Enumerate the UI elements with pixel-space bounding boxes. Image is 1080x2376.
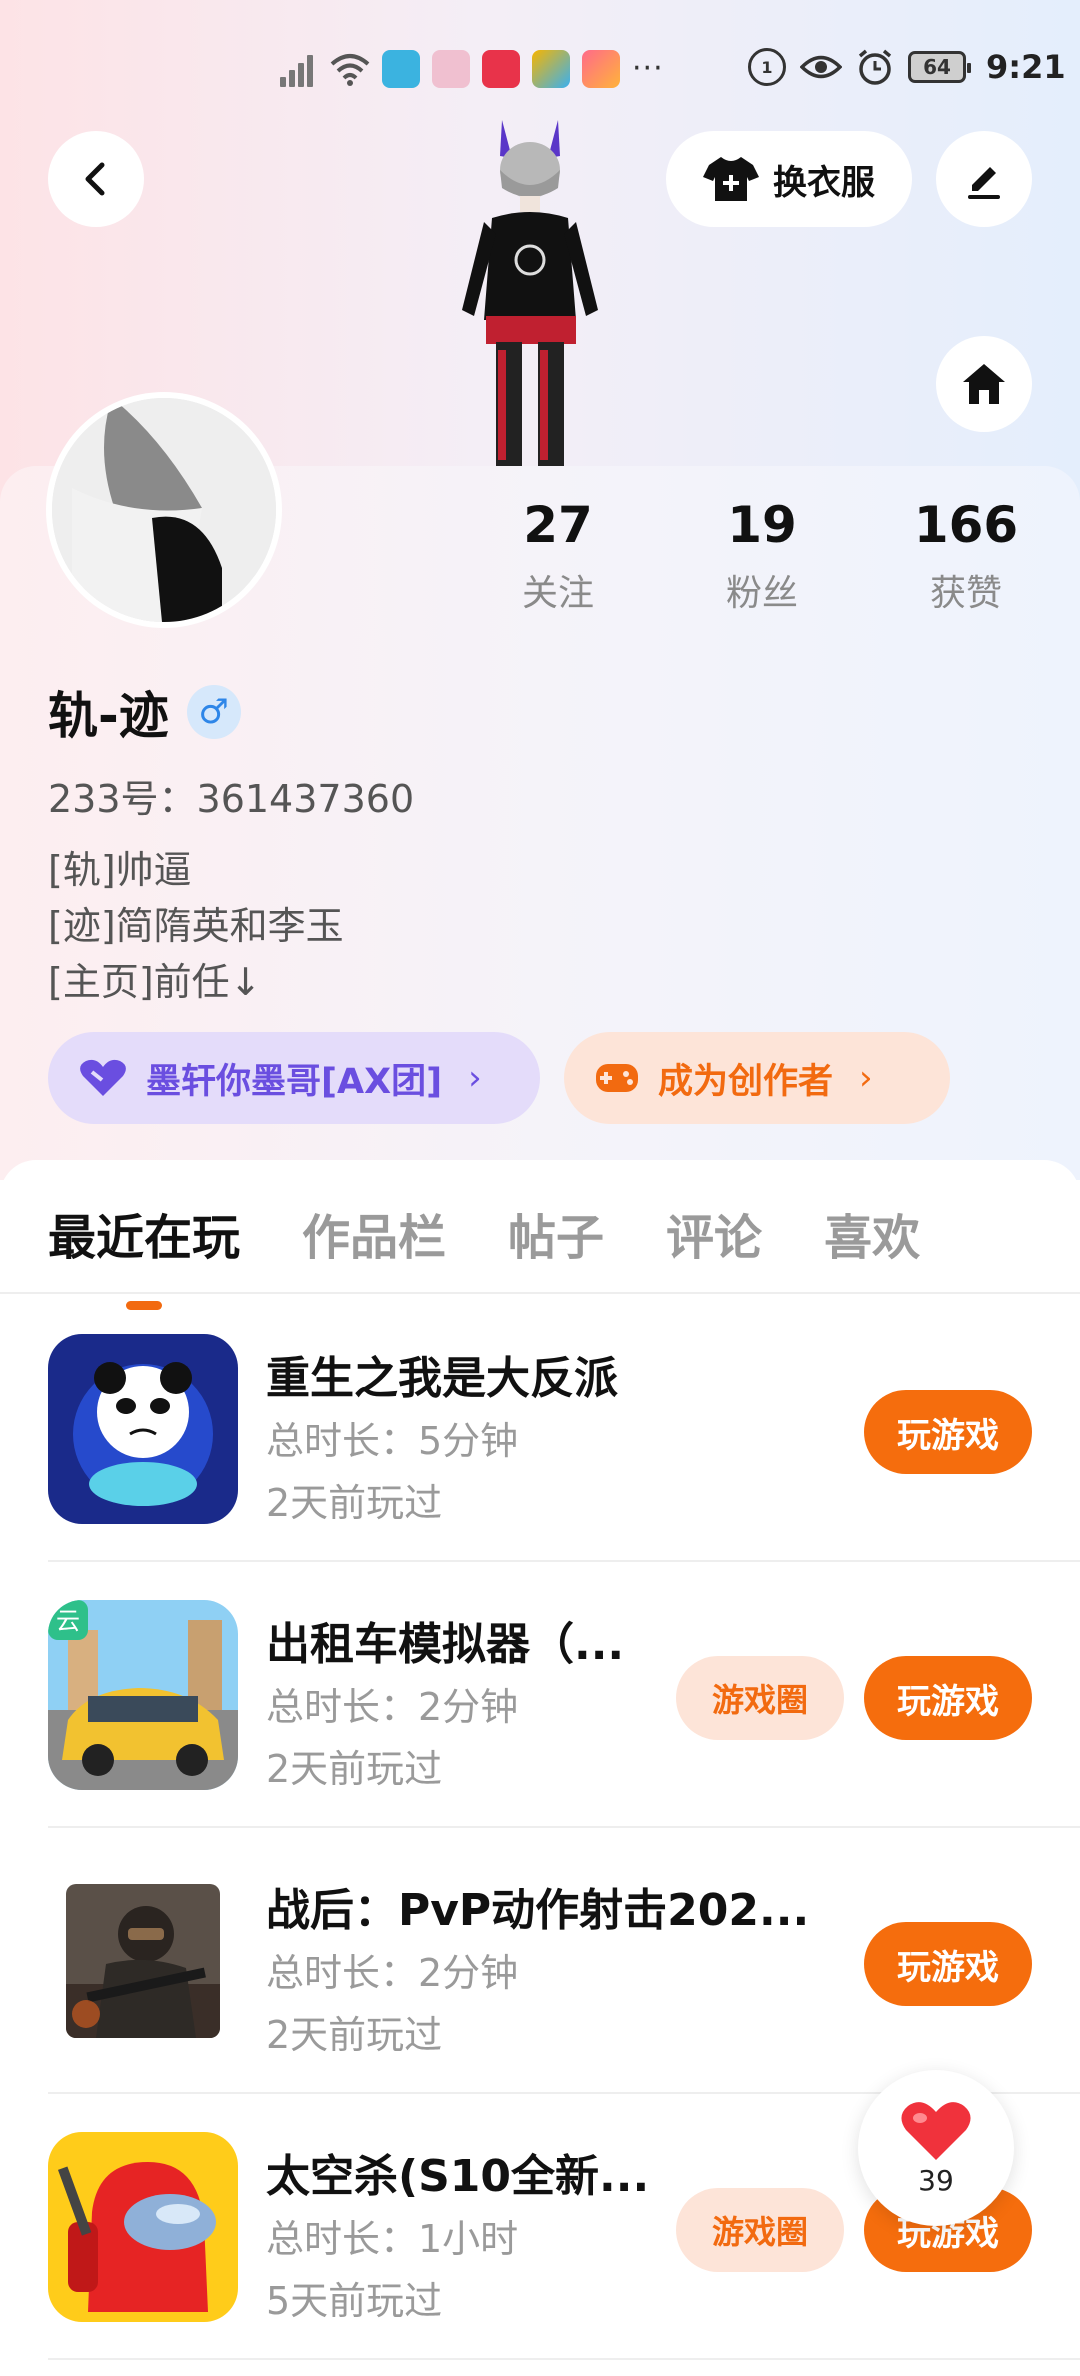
change-outfit-button[interactable]: 换衣服 [666, 131, 912, 227]
following-count: 27 [523, 496, 593, 554]
battery-level: 64 [923, 55, 951, 79]
following-label: 关注 [521, 573, 594, 614]
game-duration: 总时长：2分钟 [266, 1685, 519, 1729]
heart-icon [901, 2101, 971, 2160]
game-last-played: 5天前玩过 [266, 2279, 443, 2323]
tab-posts[interactable]: 帖子 [508, 1198, 604, 1268]
game-circle-button[interactable]: 游戏圈 [676, 2188, 844, 2272]
home-icon [963, 364, 1005, 404]
edit-profile-button[interactable] [936, 131, 1032, 227]
stat-likes[interactable]: 166 获赞 [886, 496, 1046, 616]
bio-line: [主页]前任↓ [48, 960, 262, 1004]
alarm-icon [858, 49, 892, 85]
chevron-left-icon [85, 162, 105, 196]
network-speed-icon: 1 [748, 48, 786, 86]
tab-likes[interactable]: 喜欢 [824, 1198, 920, 1268]
list-item[interactable]: 云 出租车模拟器（... 总时长：2分钟 2天前玩过 游戏圈 玩游戏 [48, 1562, 1080, 1828]
change-outfit-label: 换衣服 [773, 162, 875, 203]
tab-recently-played[interactable]: 最近在玩 [48, 1198, 240, 1310]
row-divider [48, 2358, 1080, 2360]
game-app-icon [432, 50, 470, 88]
home-button[interactable] [936, 336, 1032, 432]
fans-label: 粉丝 [725, 573, 798, 614]
cloud-badge: 云 [56, 1607, 80, 1635]
browser-app-icon [532, 50, 570, 88]
like-float-button[interactable]: 39 [858, 2070, 1014, 2226]
signal-icon [278, 51, 318, 87]
avatar[interactable] [46, 392, 282, 628]
tab-works[interactable]: 作品栏 [302, 1198, 446, 1268]
likes-label: 获赞 [929, 573, 1002, 614]
like-count: 39 [918, 2163, 954, 2197]
gamepad-icon [596, 1064, 638, 1092]
heart-team-icon [80, 1059, 126, 1096]
game-title: 战后：PvP动作射击202... [266, 1885, 810, 1936]
store-app-icon [582, 50, 620, 88]
profile-name: 轨-迹 [48, 687, 169, 745]
become-creator-button[interactable]: 成为创作者 › [564, 1032, 950, 1124]
likes-count: 166 [913, 496, 1019, 554]
profile-name-row: 轨-迹 ♂ [48, 676, 241, 748]
game-last-played: 2天前玩过 [266, 2013, 443, 2057]
book-app-icon [382, 50, 420, 88]
team-pill-button[interactable]: 墨轩你墨哥[AX团] › [48, 1032, 540, 1124]
game-icon-image [48, 1334, 238, 1524]
game-circle-button[interactable]: 游戏圈 [676, 1656, 844, 1740]
bio-line: [迹]简隋英和李玉 [48, 904, 344, 948]
team-pill-label: 墨轩你墨哥[AX团] [146, 1061, 443, 1102]
tshirt-icon [703, 157, 759, 201]
play-game-button[interactable]: 玩游戏 [864, 1656, 1032, 1740]
game-last-played: 2天前玩过 [266, 1747, 443, 1791]
become-creator-label: 成为创作者 [658, 1061, 834, 1102]
character-avatar-image [462, 120, 598, 466]
eye-icon [800, 55, 842, 79]
wifi-icon [330, 54, 370, 86]
chevron-right-icon: › [468, 1058, 482, 1098]
avatar-image [52, 398, 276, 622]
battery-icon: 64 [908, 51, 971, 83]
edit-pencil-icon [968, 167, 1000, 199]
chevron-right-icon: › [859, 1058, 873, 1098]
game-icon-image [48, 2132, 238, 2322]
game-icon-image: 云 [48, 1600, 238, 1790]
bio-line: [轨]帅逼 [48, 848, 192, 892]
fans-count: 19 [727, 496, 797, 554]
list-item[interactable]: 战后：PvP动作射击202... 总时长：2分钟 2天前玩过 玩游戏 [48, 1828, 1080, 2094]
list-item[interactable]: 重生之我是大反派 总时长：5分钟 2天前玩过 玩游戏 [48, 1296, 1080, 1562]
game-duration: 总时长：5分钟 [266, 1419, 519, 1463]
back-button[interactable] [48, 131, 144, 227]
tab-divider [0, 1292, 1080, 1294]
play-game-button[interactable]: 玩游戏 [864, 1922, 1032, 2006]
user-id[interactable]: 233号：361437360 [48, 768, 414, 823]
video-app-icon [482, 50, 520, 88]
gender-male-icon: ♂ [186, 685, 241, 739]
profile-bio: [轨]帅逼 [迹]简隋英和李玉 [主页]前任↓ [48, 842, 344, 1010]
game-duration: 总时长：2分钟 [266, 1951, 519, 1995]
tab-comments[interactable]: 评论 [666, 1198, 762, 1268]
game-last-played: 2天前玩过 [266, 1481, 443, 1525]
game-title: 出租车模拟器（... [266, 1619, 625, 1670]
game-title: 重生之我是大反派 [266, 1353, 618, 1404]
game-duration: 总时长：1小时 [266, 2217, 519, 2261]
stat-following[interactable]: 27 关注 [478, 496, 638, 616]
game-title: 太空杀(S10全新... [266, 2151, 650, 2202]
status-bar: ··· 1 64 9:21 [0, 44, 1080, 104]
more-notifications-icon: ··· [632, 51, 664, 86]
play-game-button[interactable]: 玩游戏 [864, 1390, 1032, 1474]
status-time: 9:21 [986, 48, 1066, 86]
profile-tabs: 最近在玩 作品栏 帖子 评论 喜欢 [48, 1198, 920, 1310]
stat-fans[interactable]: 19 粉丝 [682, 496, 842, 616]
game-icon-image [66, 1884, 220, 2038]
